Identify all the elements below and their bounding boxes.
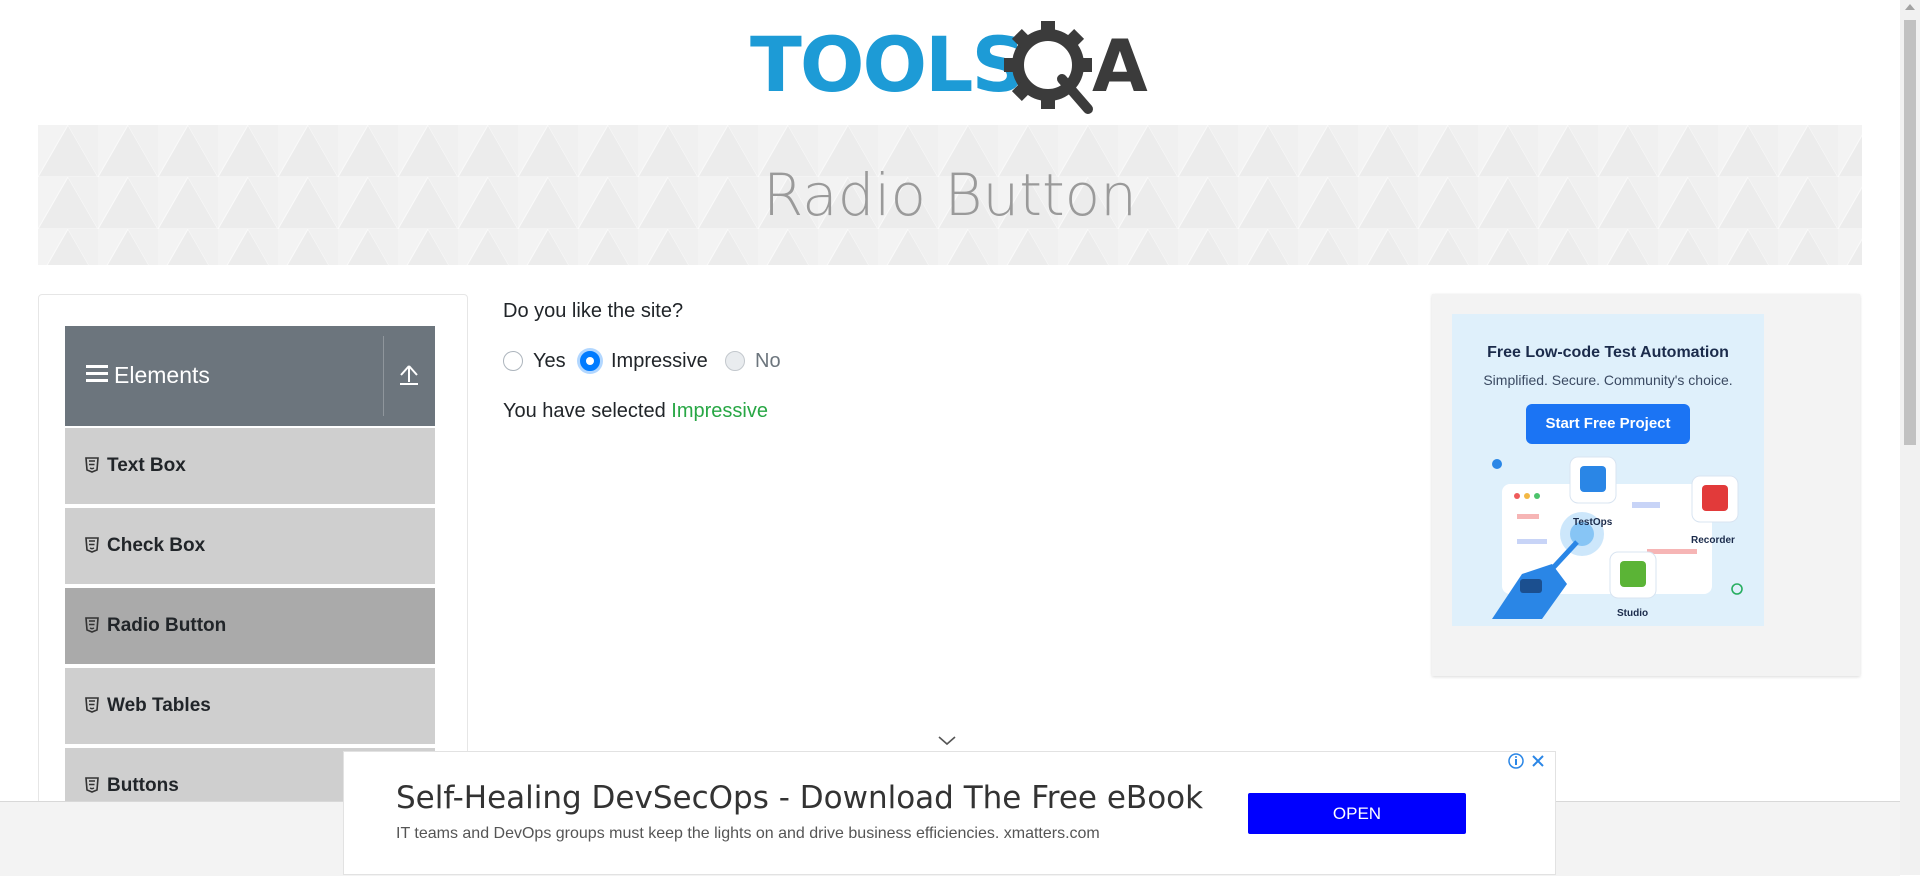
ad-card[interactable]: Free Low-code Test Automation Simplified… <box>1452 314 1764 626</box>
sidebar-item-web-tables[interactable]: Web Tables <box>65 666 435 744</box>
toolsqa-logo[interactable]: TOOLS A <box>750 18 1154 118</box>
testops-label: TestOps <box>1573 517 1613 528</box>
scrollbar-thumb[interactable] <box>1904 20 1916 445</box>
collapse-up-icon[interactable] <box>399 364 419 391</box>
group-header-elements[interactable]: Elements <box>65 326 435 426</box>
html5-icon <box>85 697 99 718</box>
sidebar-item-label: Text Box <box>107 455 186 476</box>
bottom-ad-headline[interactable]: Self-Healing DevSecOps - Download The Fr… <box>396 780 1203 816</box>
adchoices-icon[interactable] <box>1507 752 1525 775</box>
page-scrollbar[interactable] <box>1900 0 1920 875</box>
page-title: Radio Button <box>763 161 1137 229</box>
svg-text:A: A <box>1092 24 1148 108</box>
right-ad[interactable]: Free Low-code Test Automation Simplified… <box>1432 294 1860 676</box>
sidebar-item-text-box[interactable]: Text Box <box>65 426 435 504</box>
html5-icon <box>85 617 99 638</box>
sidebar-item-label: Buttons <box>107 775 179 796</box>
radio-impressive[interactable] <box>580 351 600 371</box>
bottom-ad-subline: IT teams and DevOps groups must keep the… <box>396 825 1100 842</box>
svg-text:TOOLS: TOOLS <box>750 20 1024 109</box>
result-prefix: You have selected <box>503 400 666 422</box>
radio-no-label: No <box>755 350 781 372</box>
close-icon[interactable] <box>1529 752 1547 775</box>
radio-yes-label[interactable]: Yes <box>533 350 566 373</box>
radio-impressive-label[interactable]: Impressive <box>611 350 708 373</box>
bottom-ad[interactable]: Self-Healing DevSecOps - Download The Fr… <box>343 751 1556 875</box>
html5-icon <box>85 777 99 798</box>
studio-label: Studio <box>1617 608 1649 619</box>
sidebar-item-label: Web Tables <box>107 695 211 716</box>
sidebar-item-label: Check Box <box>107 535 206 556</box>
ad-subline: Simplified. Secure. Community's choice. <box>1483 372 1733 388</box>
page-banner: Radio Button <box>38 125 1862 265</box>
ad-headline: Free Low-code Test Automation <box>1487 344 1729 361</box>
html5-icon <box>85 537 99 558</box>
group-header-label: Elements <box>114 362 210 388</box>
divider <box>383 336 384 416</box>
sidebar-item-check-box[interactable]: Check Box <box>65 506 435 584</box>
radio-no <box>725 351 745 371</box>
chevron-down-icon[interactable] <box>937 734 957 752</box>
radio-yes[interactable] <box>503 351 523 371</box>
question-text: Do you like the site? <box>503 300 684 322</box>
recorder-label: Recorder <box>1691 535 1735 546</box>
start-free-project-button[interactable]: Start Free Project <box>1526 404 1690 444</box>
html5-icon <box>85 457 99 478</box>
sidebar-item-label: Radio Button <box>107 615 227 636</box>
result-value: Impressive <box>671 400 768 422</box>
menu-icon <box>86 364 108 389</box>
scroll-up-arrow-icon[interactable] <box>1905 4 1915 10</box>
sidebar-item-radio-button[interactable]: Radio Button <box>65 586 435 664</box>
selection-result: You have selected Impressive <box>503 400 768 423</box>
open-button[interactable]: OPEN <box>1248 793 1466 834</box>
